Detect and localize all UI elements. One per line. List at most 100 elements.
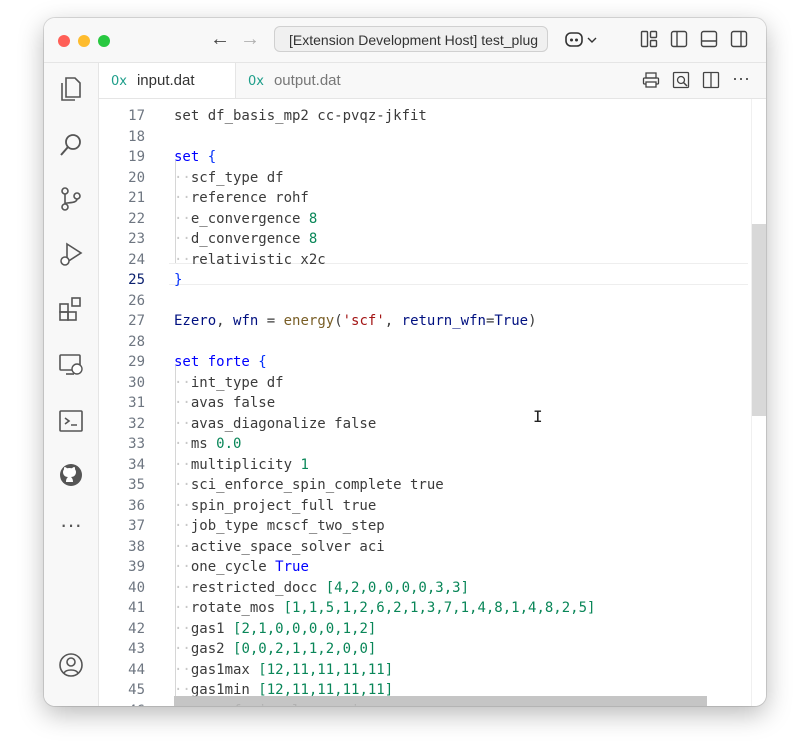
more-actions-icon[interactable]: ··· bbox=[732, 69, 750, 89]
line-text: set { bbox=[174, 149, 217, 165]
code-line[interactable]: 28 bbox=[99, 332, 766, 353]
toggle-secondary-sidebar-icon[interactable] bbox=[730, 30, 748, 48]
line-text: ··d_convergence 8 bbox=[174, 231, 318, 247]
code-line[interactable]: 41 ··rotate_mos [1,1,5,1,2,6,2,1,3,7,1,4,… bbox=[99, 598, 766, 619]
code-line[interactable]: 33 ··ms 0.0 bbox=[99, 434, 766, 455]
line-text: ··gas1max [12,11,11,11,11] bbox=[174, 661, 394, 678]
line-text: ··active_space_solver aci bbox=[174, 538, 385, 555]
line-number: 37 bbox=[128, 518, 145, 534]
line-text: ··one_cycle True bbox=[174, 559, 309, 575]
code-line[interactable]: 25} bbox=[99, 270, 766, 291]
code-line[interactable]: 22 ··e_convergence 8 bbox=[99, 209, 766, 230]
line-number: 42 bbox=[128, 620, 145, 637]
code-line[interactable]: 31 ··avas false bbox=[99, 393, 766, 414]
code-line[interactable]: 21 ··reference rohf bbox=[99, 188, 766, 209]
maximize-window-button[interactable] bbox=[98, 35, 110, 47]
vertical-scrollbar[interactable] bbox=[751, 99, 766, 706]
horizontal-scrollbar[interactable] bbox=[174, 696, 707, 706]
tab-label: input.dat bbox=[136, 72, 195, 89]
line-number: 32 bbox=[128, 415, 145, 432]
line-number: 29 bbox=[128, 354, 145, 370]
code-line[interactable]: 37 ··job_type mcscf_two_step bbox=[99, 516, 766, 537]
line-number: 46 bbox=[99, 701, 145, 707]
line-text: ··e_convergence 8 bbox=[174, 210, 318, 227]
code-line[interactable]: 27 Ezero, wfn = energy('scf', return_wfn=… bbox=[99, 311, 766, 332]
line-text: ··gas1 [2,1,0,0,0,0,1,2] bbox=[174, 620, 377, 637]
remote-explorer-icon[interactable] bbox=[57, 351, 85, 379]
code-line[interactable]: 32 ··avas_diagonalize false bbox=[99, 414, 766, 435]
code-line[interactable]: 38 ··active_space_solver aci bbox=[99, 537, 766, 558]
code-line[interactable]: 39 ··one_cycle True bbox=[99, 557, 766, 578]
line-number: 20 bbox=[128, 169, 145, 186]
code-line[interactable]: 30 ··int_type df bbox=[99, 373, 766, 394]
code-line[interactable]: 17 set df_basis_mp2 cc-pvqz-jkfit bbox=[99, 106, 766, 127]
line-text: ··avas false bbox=[174, 395, 276, 411]
code-line[interactable]: 20 ··scf_type df bbox=[99, 168, 766, 189]
line-number: 40 bbox=[128, 579, 145, 596]
back-arrow-icon[interactable]: ← bbox=[210, 28, 230, 51]
vscode-window: ← → [Extension Development Host] test_pl… bbox=[44, 18, 766, 706]
open-preview-icon[interactable] bbox=[672, 71, 690, 89]
line-number: 25 bbox=[128, 272, 145, 288]
line-number: 44 bbox=[128, 661, 145, 678]
terminal-icon[interactable] bbox=[57, 407, 85, 435]
source-control-icon[interactable] bbox=[57, 185, 85, 213]
title-bar: ← → [Extension Development Host] test_pl… bbox=[44, 18, 766, 63]
customize-layout-icon[interactable] bbox=[640, 30, 658, 48]
line-text: ··reference rohf bbox=[174, 190, 309, 206]
code-line[interactable]: 23 ··d_convergence 8 bbox=[99, 229, 766, 250]
tab-input-dat[interactable]: 0x input.dat bbox=[99, 63, 236, 98]
line-text: set df_basis_mp2 cc-pvqz-jkfit bbox=[174, 108, 427, 124]
run-debug-icon[interactable] bbox=[57, 240, 85, 268]
extensions-icon[interactable] bbox=[57, 295, 85, 323]
line-text: ··restricted_docc [4,2,0,0,0,0,3,3] bbox=[174, 579, 470, 596]
forward-arrow-icon[interactable]: → bbox=[240, 28, 260, 51]
line-number: 27 bbox=[128, 313, 145, 329]
github-icon[interactable] bbox=[57, 461, 85, 489]
code-line[interactable]: 35 ··sci_enforce_spin_complete true bbox=[99, 475, 766, 496]
line-number: 19 bbox=[128, 149, 145, 165]
scrollbar-thumb[interactable] bbox=[752, 224, 766, 416]
code-line[interactable]: 24 ··relativistic x2c bbox=[99, 250, 766, 271]
text-cursor-icon: I bbox=[533, 407, 543, 426]
close-window-button[interactable] bbox=[58, 35, 70, 47]
code-line[interactable]: 26 bbox=[99, 291, 766, 312]
code-editor[interactable]: 17 set df_basis_mp2 cc-pvqz-jkfit 18 19 set … bbox=[99, 99, 766, 706]
search-icon[interactable] bbox=[57, 131, 85, 159]
line-text: Ezero, wfn = energy('scf', return_wfn=Tr… bbox=[174, 313, 537, 329]
code-line[interactable]: 29 set forte { bbox=[99, 352, 766, 373]
line-number: 17 bbox=[128, 108, 145, 124]
code-line[interactable]: 34 ··multiplicity 1 bbox=[99, 455, 766, 476]
code-line[interactable]: 42 ··gas1 [2,1,0,0,0,0,1,2] bbox=[99, 619, 766, 640]
toggle-panel-icon[interactable] bbox=[700, 30, 718, 48]
line-number: 41 bbox=[128, 600, 145, 616]
code-line[interactable]: 19 set { bbox=[99, 147, 766, 168]
tab-label: output.dat bbox=[273, 72, 341, 89]
line-text: ··avas_diagonalize false bbox=[174, 415, 377, 432]
line-text: ··gas2 [0,0,2,1,1,2,0,0] bbox=[174, 641, 377, 657]
tab-output-dat[interactable]: 0x output.dat bbox=[236, 63, 366, 98]
line-text: ··spin_project_full true bbox=[174, 497, 377, 514]
copilot-icon[interactable] bbox=[564, 30, 600, 50]
more-icon[interactable]: ··· bbox=[57, 514, 85, 543]
split-editor-icon[interactable] bbox=[702, 71, 720, 89]
code-line[interactable]: 43 ··gas2 [0,0,2,1,1,2,0,0] bbox=[99, 639, 766, 660]
settings-gear-icon[interactable] bbox=[57, 705, 85, 706]
line-number: 21 bbox=[128, 190, 145, 206]
account-icon[interactable] bbox=[57, 651, 85, 679]
line-text: ··int_type df bbox=[174, 374, 284, 391]
line-number: 23 bbox=[128, 231, 145, 247]
line-text: set forte { bbox=[174, 354, 267, 370]
toggle-primary-sidebar-icon[interactable] bbox=[670, 30, 688, 48]
code-line[interactable]: 36 ··spin_project_full true bbox=[99, 496, 766, 517]
line-number: 18 bbox=[128, 128, 145, 145]
line-number: 30 bbox=[128, 374, 145, 391]
code-line[interactable]: 18 bbox=[99, 127, 766, 148]
print-icon[interactable] bbox=[642, 71, 660, 89]
command-center[interactable]: [Extension Development Host] test_plug bbox=[274, 26, 548, 52]
line-number: 43 bbox=[128, 641, 145, 657]
code-line[interactable]: 40 ··restricted_docc [4,2,0,0,0,0,3,3] bbox=[99, 578, 766, 599]
explorer-icon[interactable] bbox=[57, 75, 85, 103]
minimize-window-button[interactable] bbox=[78, 35, 90, 47]
code-line[interactable]: 44 ··gas1max [12,11,11,11,11] bbox=[99, 660, 766, 681]
